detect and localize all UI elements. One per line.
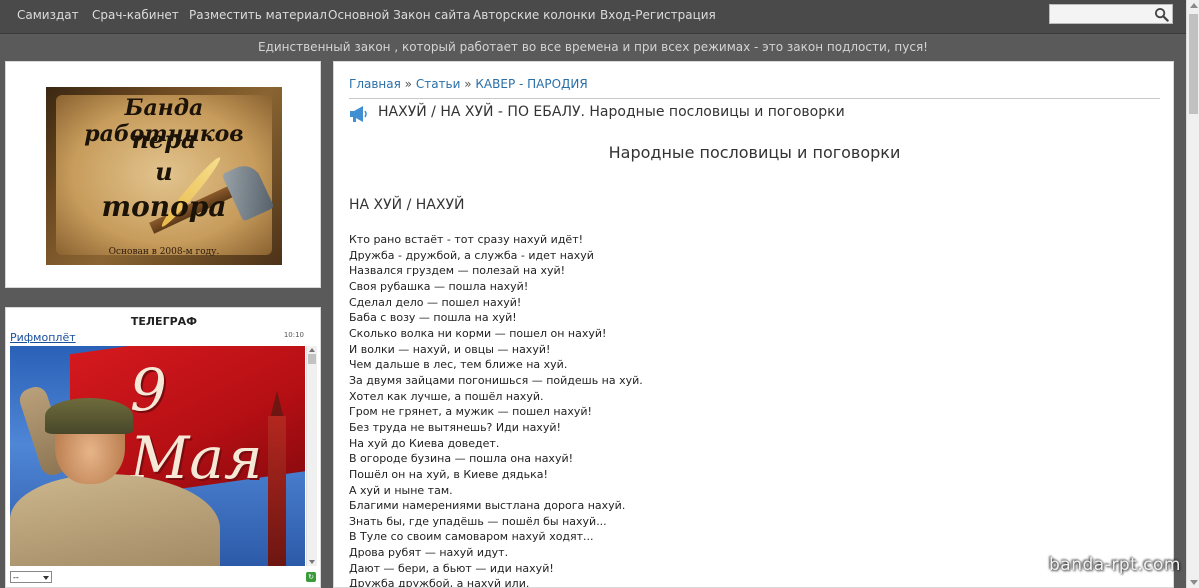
proverb-line: Хотел как лучше, а пошёл нахуй. (349, 389, 544, 403)
telegraph-image[interactable]: 9 Мая (10, 346, 305, 566)
proverb-line: За двумя зайцами погонишься — пойдешь на… (349, 373, 643, 387)
logo-panel: Банда работников пера и топора Основан в… (5, 61, 321, 288)
proverb-line: Сколько волка ни корми — пошел он нахуй! (349, 326, 607, 340)
breadcrumb-separator: » (400, 77, 416, 91)
breadcrumb: Главная » Статьи » КАВЕР - ПАРОДИЯ (349, 77, 588, 91)
proverb-line: На хуй до Киева доведет. (349, 436, 500, 450)
proverb-line: Знать бы, где упадёшь — пошёл бы нахуй..… (349, 514, 607, 528)
top-navigation: Самиздат Срач-кабинет Разместить материа… (0, 0, 1186, 34)
logo-line-2: пера (131, 125, 197, 154)
scroll-down-arrow-icon[interactable] (1190, 580, 1198, 585)
kremlin-tower (268, 416, 286, 566)
proverb-line: Пошёл он на хуй, в Киеве дядька! (349, 467, 548, 481)
soldier-helmet (45, 398, 133, 434)
megaphone-icon (350, 106, 367, 122)
scroll-thumb[interactable] (308, 354, 316, 364)
telegraph-title: ТЕЛЕГРАФ (130, 315, 198, 328)
search-input[interactable] (1050, 5, 1158, 23)
breadcrumb-category[interactable]: КАВЕР - ПАРОДИЯ (475, 77, 587, 91)
nav-item-srach-cabinet[interactable]: Срач-кабинет (92, 8, 179, 22)
proverb-list: Кто рано встаёт - тот сразу нахуй идёт! … (349, 232, 643, 588)
search-box (1049, 4, 1173, 24)
proverb-line: Чем дальше в лес, тем ближе на хуй. (349, 358, 568, 372)
proverb-line: Гром не грянет, а мужик — пошел нахуй! (349, 405, 592, 419)
proverb-line: Своя рубашка — пошла нахуй! (349, 279, 529, 293)
breadcrumb-divider (349, 98, 1160, 99)
telegraph-select[interactable]: -- (10, 571, 52, 583)
proverb-line: И волки — нахуй, и овцы — нахуй! (349, 342, 551, 356)
site-slogan: Единственный закон , который работает во… (258, 40, 928, 54)
nav-item-post-material[interactable]: Разместить материал (189, 8, 327, 22)
article-subtitle: Народные пословицы и поговорки (608, 143, 901, 162)
search-icon[interactable] (1154, 7, 1169, 22)
scroll-up-arrow-icon[interactable] (309, 348, 315, 352)
proverb-line: Кто рано встаёт - тот сразу нахуй идёт! (349, 233, 584, 246)
telegraph-scrollbar[interactable] (306, 346, 317, 566)
telegraph-author-link[interactable]: Рифмоплёт (10, 331, 76, 344)
logo-line-4: топора (101, 190, 227, 223)
refresh-icon[interactable]: ↻ (306, 572, 316, 582)
article-content: Главная » Статьи » КАВЕР - ПАРОДИЯ НАХУЙ… (333, 61, 1174, 588)
proverb-line: Благими намерениями выстлана дорога наху… (349, 499, 626, 513)
nav-item-samizdat[interactable]: Самиздат (17, 8, 79, 22)
telegraph-time: 10:10 (283, 331, 304, 339)
article-title: НАХУЙ / НА ХУЙ - ПО ЕБАЛУ. Народные посл… (378, 104, 845, 120)
page-scroll-thumb[interactable] (1189, 14, 1198, 114)
telegraph-select-value: -- (13, 573, 19, 582)
scroll-down-arrow-icon[interactable] (309, 560, 315, 564)
proverb-line: Дают — бери, а бьют — иди нахуй! (349, 561, 554, 575)
nav-item-login-register[interactable]: Вход-Регистрация (600, 8, 716, 22)
proverb-line: Дружба дружбой, а нахуй или. (349, 577, 530, 588)
proverb-line: Назвался груздем — полезай на хуй! (349, 264, 566, 278)
proverb-line: Сделал дело — пошел нахуй! (349, 295, 522, 309)
telegraph-panel: ТЕЛЕГРАФ Рифмоплёт 10:10 9 Мая -- ↻ (5, 307, 321, 588)
proverb-line: Без труда не вытянешь? Иди нахуй! (349, 420, 561, 434)
proverb-line: В Туле со своим самоваром нахуй ходят... (349, 530, 594, 544)
scroll-up-arrow-icon[interactable] (1190, 3, 1198, 8)
breadcrumb-articles[interactable]: Статьи (416, 77, 461, 91)
logo-founded: Основан в 2008-м году. (108, 247, 220, 257)
site-logo[interactable]: Банда работников пера и топора Основан в… (46, 87, 282, 265)
kremlin-tower-top (270, 391, 284, 419)
nav-item-site-law[interactable]: Основной Закон сайта (328, 8, 471, 22)
breadcrumb-home[interactable]: Главная (349, 77, 401, 91)
proverb-line: А хуй и ныне там. (349, 483, 453, 497)
proverb-line: Баба с возу — пошла на хуй! (349, 311, 517, 325)
proverb-line: Дружба - дружбой, а служба - идет нахуй (349, 248, 594, 262)
logo-line-3: и (155, 157, 173, 186)
proverb-line: Дрова рубят — нахуй идут. (349, 546, 509, 560)
proverb-line: В огороде бузина — пошла она нахуй! (349, 452, 574, 466)
page-scrollbar[interactable] (1186, 0, 1199, 588)
chevron-down-icon (43, 576, 49, 580)
breadcrumb-separator: » (460, 77, 476, 91)
nav-item-author-columns[interactable]: Авторские колонки (473, 8, 596, 22)
site-watermark: banda-rpt.com (1049, 555, 1181, 575)
section-heading: НА ХУЙ / НАХУЙ (349, 197, 465, 213)
